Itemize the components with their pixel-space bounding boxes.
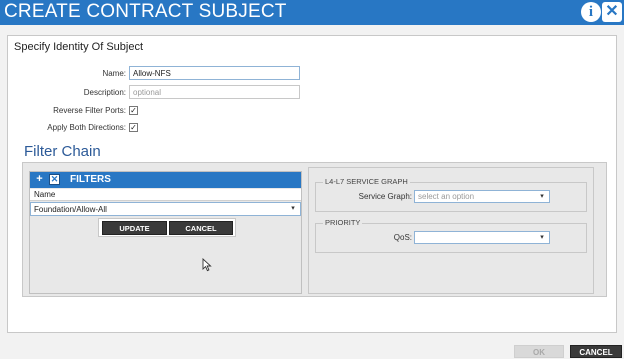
description-row: Description: bbox=[8, 85, 126, 100]
filters-header: + ✕ FILTERS bbox=[30, 172, 301, 188]
apply-both-checkbox[interactable]: ✓ bbox=[129, 123, 138, 132]
filter-select-value: Foundation/Allow-All bbox=[34, 205, 107, 214]
service-graph-select[interactable]: select an option ▾ bbox=[414, 190, 550, 203]
reverse-filter-checkbox[interactable]: ✓ bbox=[129, 106, 138, 115]
service-graph-placeholder: select an option bbox=[418, 192, 475, 201]
filters-label: FILTERS bbox=[70, 174, 111, 185]
filter-chain-box: + ✕ FILTERS Name Foundation/Allow-All ▾ … bbox=[22, 162, 607, 297]
dialog-body: Specify Identity Of Subject Name: Descri… bbox=[0, 25, 624, 359]
info-icon[interactable]: i bbox=[581, 2, 601, 22]
filter-chain-title: Filter Chain bbox=[24, 143, 101, 160]
row-cancel-button[interactable]: CANCEL bbox=[169, 221, 233, 235]
chevron-down-icon[interactable]: ▾ bbox=[288, 204, 298, 214]
name-label: Name: bbox=[102, 69, 126, 78]
reverse-filter-label: Reverse Filter Ports: bbox=[53, 106, 126, 115]
title-bar: CREATE CONTRACT SUBJECT i ✕ bbox=[0, 0, 624, 25]
description-label: Description: bbox=[83, 88, 126, 97]
plus-icon[interactable]: + bbox=[34, 174, 45, 185]
qos-label: QoS: bbox=[393, 233, 412, 242]
delete-icon[interactable]: ✕ bbox=[49, 174, 60, 185]
chevron-down-icon[interactable]: ▾ bbox=[537, 192, 547, 202]
priority-legend: PRIORITY bbox=[323, 218, 363, 227]
ok-button[interactable]: OK bbox=[514, 345, 564, 358]
dialog-title: CREATE CONTRACT SUBJECT bbox=[4, 1, 287, 22]
name-row: Name: bbox=[8, 66, 126, 81]
apply-both-row: Apply Both Directions: bbox=[8, 120, 126, 135]
service-graph-legend: L4-L7 SERVICE GRAPH bbox=[323, 177, 410, 186]
filters-table: + ✕ FILTERS Name Foundation/Allow-All ▾ … bbox=[29, 171, 302, 294]
name-column-header[interactable]: Name bbox=[30, 189, 301, 201]
row-actions: UPDATE CANCEL bbox=[98, 218, 236, 237]
name-input[interactable] bbox=[129, 66, 300, 80]
chevron-down-icon[interactable]: ▾ bbox=[537, 233, 547, 243]
qos-select[interactable]: ▾ bbox=[414, 231, 550, 244]
filter-select-row[interactable]: Foundation/Allow-All ▾ bbox=[30, 202, 301, 216]
mouse-cursor-icon bbox=[202, 258, 212, 272]
reverse-filter-row: Reverse Filter Ports: bbox=[8, 103, 126, 118]
cancel-button[interactable]: CANCEL bbox=[570, 345, 622, 358]
apply-both-label: Apply Both Directions: bbox=[47, 123, 126, 132]
description-input[interactable] bbox=[129, 85, 300, 99]
close-icon[interactable]: ✕ bbox=[602, 2, 622, 22]
priority-fieldset: PRIORITY QoS: ▾ bbox=[315, 218, 587, 253]
service-graph-label: Service Graph: bbox=[358, 192, 412, 201]
section-title: Specify Identity Of Subject bbox=[14, 41, 144, 53]
service-graph-fieldset: L4-L7 SERVICE GRAPH Service Graph: selec… bbox=[315, 177, 587, 212]
right-settings: L4-L7 SERVICE GRAPH Service Graph: selec… bbox=[308, 167, 594, 294]
identity-panel: Specify Identity Of Subject Name: Descri… bbox=[7, 35, 617, 333]
update-button[interactable]: UPDATE bbox=[102, 221, 167, 235]
